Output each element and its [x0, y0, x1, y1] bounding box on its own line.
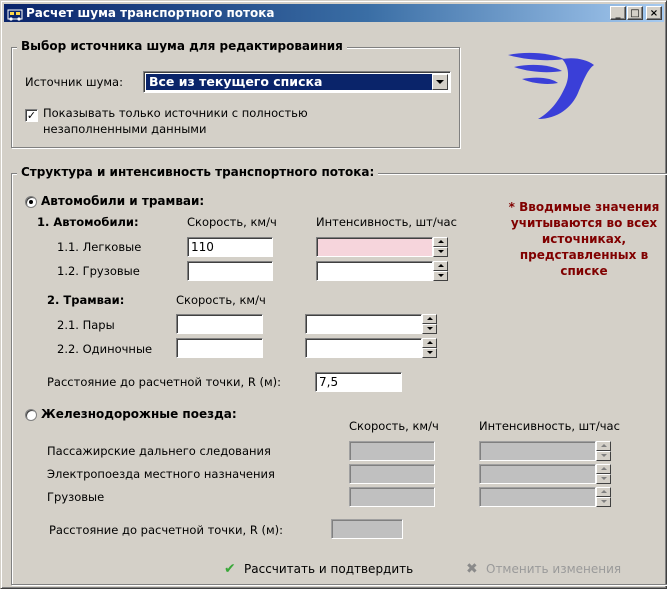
row-cars-heavy-label: 1.2. Грузовые	[57, 264, 140, 278]
cars-light-intensity-input[interactable]	[316, 237, 433, 257]
cars-speed-header: Скорость, км/ч	[187, 215, 277, 229]
confirm-label: Рассчитать и подтвердить	[244, 562, 414, 576]
cars-heavy-intensity-spinner[interactable]	[433, 261, 448, 281]
tram-pair-intensity-spinner[interactable]	[422, 314, 437, 334]
check-icon: ✔	[224, 561, 236, 577]
source-select[interactable]: Все из текущего списка	[143, 71, 451, 93]
spin-up-button[interactable]	[433, 237, 448, 247]
row-tram-pair-label: 2.1. Пары	[57, 318, 115, 332]
train-freight-intensity-input[interactable]	[479, 487, 596, 507]
row-cars-light-label: 1.1. Легковые	[57, 240, 142, 254]
radio-dot-icon	[29, 200, 33, 204]
cars-heavy-speed-input[interactable]	[187, 261, 273, 281]
cars-header: 1. Автомобили:	[37, 215, 139, 229]
auto-tram-label: Автомобили и трамваи:	[41, 194, 205, 208]
row-tram-single-label: 2.2. Одиночные	[57, 342, 153, 356]
maximize-button[interactable]: □	[627, 6, 643, 20]
train-local-electric-intensity-input[interactable]	[479, 464, 596, 484]
cars-heavy-intensity-input[interactable]	[316, 261, 433, 281]
train-long-distance-intensity-spinner[interactable]	[596, 441, 611, 461]
trains-distance-label: Расстояние до расчетной точки, R (м):	[49, 523, 283, 537]
spin-up-button[interactable]	[596, 464, 611, 474]
tram-pair-speed-input[interactable]	[176, 314, 263, 334]
title-bar[interactable]: Расчет шума транспортного потока _ □ ×	[4, 4, 664, 22]
cars-intensity-header: Интенсивность, шт/час	[316, 215, 457, 229]
spin-down-button[interactable]	[433, 247, 448, 257]
empty-only-checkbox[interactable]: ✓	[25, 109, 38, 122]
spin-down-button[interactable]	[596, 474, 611, 484]
dropdown-button[interactable]	[432, 74, 448, 90]
train-local-electric-speed-input[interactable]	[349, 464, 435, 484]
trams-speed-header: Скорость, км/ч	[176, 293, 266, 307]
trains-speed-header: Скорость, км/ч	[349, 419, 439, 433]
spin-down-button[interactable]	[433, 271, 448, 281]
cancel-label: Отменить изменения	[486, 562, 622, 576]
structure-group-title: Структура и интенсивность транспортного …	[17, 165, 379, 179]
train-long-distance-intensity-input[interactable]	[479, 441, 596, 461]
spin-up-button[interactable]	[596, 441, 611, 451]
spin-down-button[interactable]	[596, 451, 611, 461]
empty-only-label-2: незаполненными данными	[43, 122, 207, 136]
note-text: * Вводимые значения учитываются во всех …	[508, 200, 660, 278]
cars-light-speed-input[interactable]: 110	[187, 237, 273, 257]
source-label: Источник шума:	[25, 75, 123, 89]
trains-radio[interactable]	[25, 409, 37, 421]
cross-icon: ✖	[466, 561, 478, 577]
empty-only-label-1: Показывать только источники с полностью	[43, 106, 308, 120]
tram-single-intensity-spinner[interactable]	[422, 338, 437, 358]
checkmark-icon: ✓	[26, 109, 37, 122]
tram-pair-intensity-input[interactable]	[305, 314, 422, 334]
auto-distance-label: Расстояние до расчетной точки, R (м):	[47, 375, 281, 389]
spin-down-button[interactable]	[596, 497, 611, 507]
tram-single-intensity-input[interactable]	[305, 338, 422, 358]
logo	[508, 52, 594, 119]
source-select-value: Все из текущего списка	[146, 74, 432, 90]
spin-up-button[interactable]	[422, 338, 437, 348]
spin-up-button[interactable]	[433, 261, 448, 271]
spin-down-button[interactable]	[422, 324, 437, 334]
trains-intensity-header: Интенсивность, шт/час	[479, 419, 620, 433]
auto-distance-input[interactable]: 7,5	[315, 372, 402, 392]
window-title: Расчет шума транспортного потока	[26, 6, 275, 20]
trams-header: 2. Трамваи:	[47, 293, 125, 307]
trains-label: Железнодорожные поезда:	[41, 407, 237, 421]
trains-distance-input[interactable]	[331, 519, 403, 539]
minimize-button[interactable]: _	[610, 6, 626, 20]
spin-down-button[interactable]	[422, 348, 437, 358]
source-group-title: Выбор источника шума для редактироваиния	[17, 39, 347, 53]
train-long-distance-speed-input[interactable]	[349, 441, 435, 461]
train-local-electric-label: Электропоезда местного назначения	[47, 467, 275, 481]
spin-up-button[interactable]	[422, 314, 437, 324]
main-window: Расчет шума транспортного потока _ □ × В…	[0, 0, 667, 589]
app-icon	[7, 9, 23, 21]
train-local-electric-intensity-spinner[interactable]	[596, 464, 611, 484]
auto-tram-radio[interactable]	[25, 196, 37, 208]
train-freight-intensity-spinner[interactable]	[596, 487, 611, 507]
tram-single-speed-input[interactable]	[176, 338, 263, 358]
train-freight-speed-input[interactable]	[349, 487, 435, 507]
chevron-down-icon	[436, 80, 444, 84]
cars-light-intensity-spinner[interactable]	[433, 237, 448, 257]
close-button[interactable]: ×	[646, 6, 662, 20]
train-freight-label: Грузовые	[47, 490, 105, 504]
spin-up-button[interactable]	[596, 487, 611, 497]
train-long-distance-label: Пассажирские дальнего следования	[47, 444, 271, 458]
